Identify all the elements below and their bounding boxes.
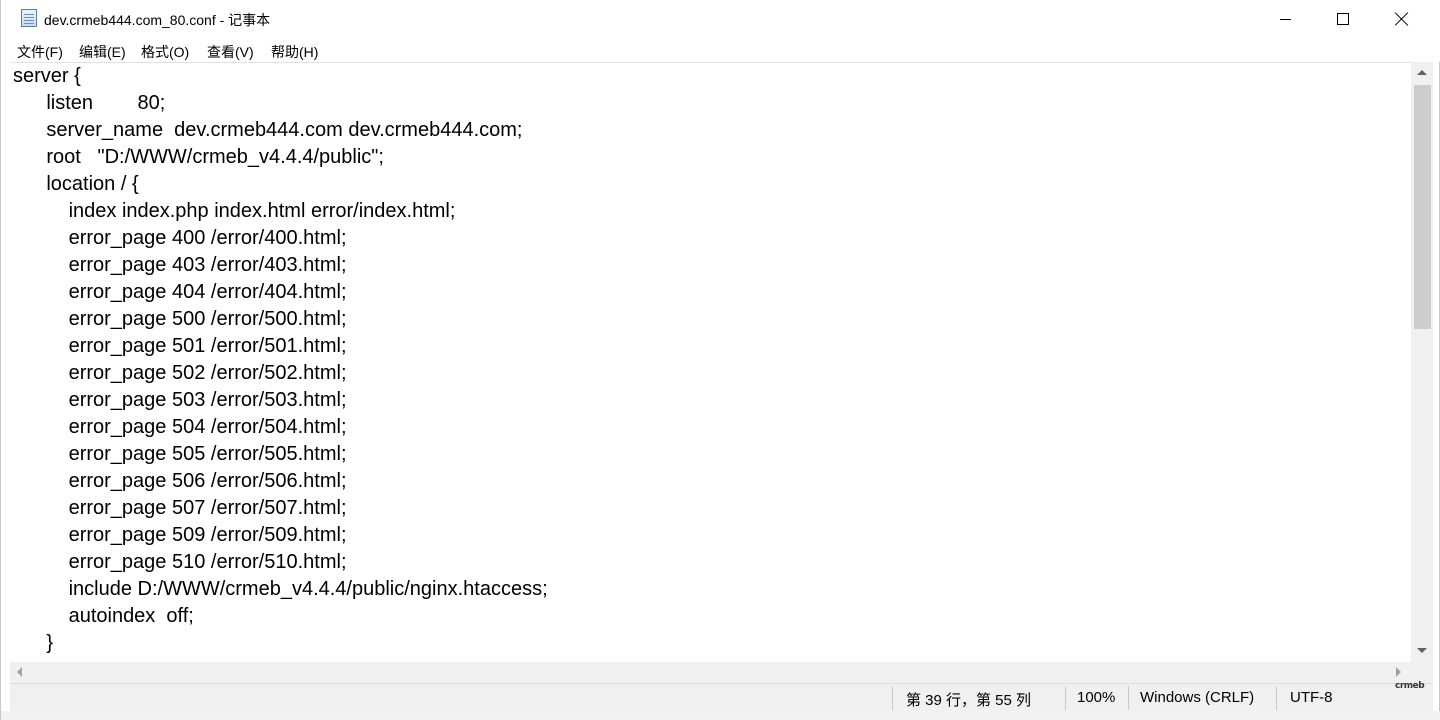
editor-line: } [13,632,54,654]
minimize-icon [1279,18,1291,20]
maximize-icon [1337,13,1349,25]
vertical-scroll-thumb[interactable] [1414,85,1431,329]
close-icon [1395,12,1409,26]
title-bar[interactable]: dev.crmeb444.com_80.conf - 记事本 [1,0,1440,38]
close-button[interactable] [1373,0,1431,38]
editor-line: error_page 501 /error/501.html; [13,335,347,357]
editor-line: error_page 505 /error/505.html; [13,443,347,465]
menu-bar: 文件(F) 编辑(E) 格式(O) 查看(V) 帮助(H) [1,38,1440,62]
status-separator [1276,686,1277,710]
editor-line: error_page 503 /error/503.html; [13,389,347,411]
editor-line: listen 80; [13,92,166,114]
watermark-logo: crmeb [1395,681,1425,691]
scroll-down-icon[interactable] [1417,648,1427,653]
editor-line: autoindex off; [13,605,194,627]
menu-format[interactable]: 格式(O) [141,42,189,62]
scroll-left-icon[interactable] [17,667,22,677]
editor-line: include D:/WWW/crmeb_v4.4.4/public/nginx… [13,578,548,600]
zoom-level: 100% [1077,689,1116,706]
menu-view[interactable]: 查看(V) [207,42,254,62]
editor-line: error_page 506 /error/506.html; [13,470,347,492]
menu-edit[interactable]: 编辑(E) [79,42,126,62]
text-editor[interactable]: server { listen 80; server_name dev.crme… [10,62,1411,663]
editor-line: server { [13,65,81,87]
editor-line: error_page 404 /error/404.html; [13,281,347,303]
editor-line: error_page 400 /error/400.html; [13,227,347,249]
status-separator [1065,686,1066,710]
editor-line: index index.php index.html error/index.h… [13,200,456,222]
editor-line: error_page 509 /error/509.html; [13,524,347,546]
horizontal-scrollbar[interactable] [10,662,1411,683]
editor-line: error_page 510 /error/510.html; [13,551,347,573]
notepad-icon [21,9,37,27]
status-separator [1128,686,1129,710]
editor-line: error_page 507 /error/507.html; [13,497,347,519]
editor-line: error_page 504 /error/504.html; [13,416,347,438]
minimize-button[interactable] [1256,0,1314,38]
editor-line: error_page 500 /error/500.html; [13,308,347,330]
editor-line: server_name dev.crmeb444.com dev.crmeb44… [13,119,523,141]
editor-line: root "D:/WWW/crmeb_v4.4.4/public"; [13,146,384,168]
scroll-right-icon[interactable] [1396,667,1401,677]
vertical-scrollbar[interactable] [1411,62,1433,662]
editor-line: location / { [13,173,139,195]
cursor-position: 第 39 行，第 55 列 [906,692,1032,709]
window-bottom-edge [1,711,1440,720]
scrollbar-corner [1411,662,1433,683]
menu-help[interactable]: 帮助(H) [271,42,318,62]
status-bar: 第 39 行，第 55 列 100% Windows (CRLF) UTF-8 [10,683,1433,711]
window-title: dev.crmeb444.com_80.conf - 记事本 [44,12,271,28]
notepad-window: dev.crmeb444.com_80.conf - 记事本 文件(F) 编辑(… [0,0,1440,720]
editor-line: error_page 502 /error/502.html; [13,362,347,384]
encoding: UTF-8 [1290,689,1333,706]
menu-file[interactable]: 文件(F) [17,42,63,62]
status-separator [892,686,893,710]
maximize-button[interactable] [1314,0,1372,38]
line-ending: Windows (CRLF) [1140,689,1255,706]
editor-line: error_page 403 /error/403.html; [13,254,347,276]
scroll-up-icon[interactable] [1417,70,1427,75]
